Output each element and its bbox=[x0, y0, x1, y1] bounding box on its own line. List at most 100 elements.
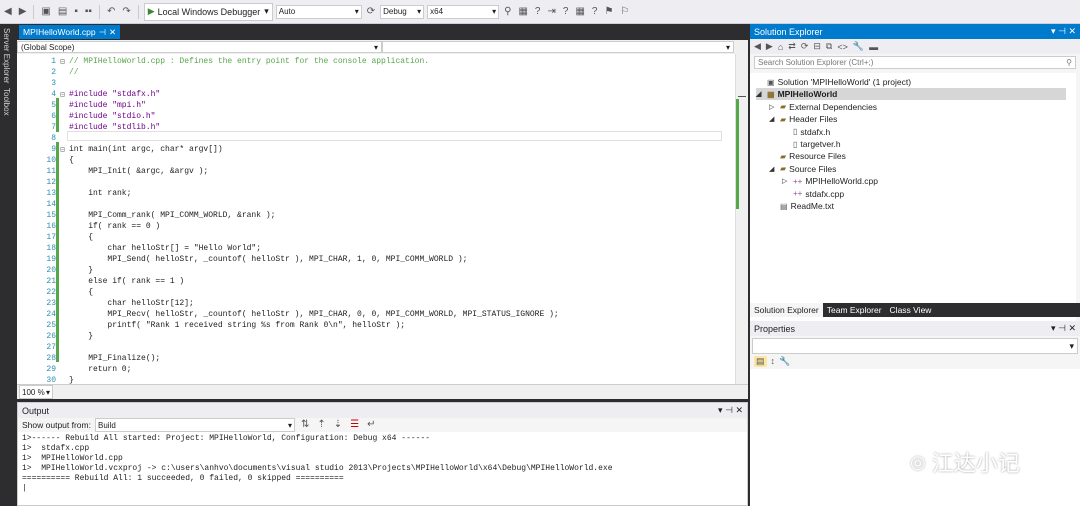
help-icon[interactable]: ? bbox=[533, 4, 543, 20]
tree-node-label: ReadMe.txt bbox=[790, 201, 835, 211]
tree-node[interactable]: ▯ stdafx.h bbox=[782, 126, 830, 138]
preview-icon[interactable]: ▬ bbox=[869, 42, 878, 52]
scope-select[interactable]: (Global Scope) ▾ bbox=[17, 41, 382, 53]
build-config-select[interactable]: Debug ▾ bbox=[380, 4, 425, 19]
navigate-back-icon[interactable]: ◀ bbox=[2, 4, 14, 20]
toolbox-tab[interactable]: Toolbox bbox=[2, 88, 11, 116]
back-icon[interactable]: ◀ bbox=[754, 41, 761, 52]
chevron-down-icon: ▾ bbox=[354, 7, 359, 16]
tree-node[interactable]: ◢ ▦ MPIHelloWorld bbox=[756, 88, 1066, 101]
tab-class-view[interactable]: Class View bbox=[886, 303, 936, 317]
line-number: 18 bbox=[46, 244, 56, 253]
tree-node[interactable]: ++ stdafx.cpp bbox=[782, 188, 844, 200]
editor-scrollbar[interactable] bbox=[735, 54, 748, 384]
forward-icon[interactable]: ▶ bbox=[766, 41, 773, 52]
dropdown-icon[interactable]: ▾ bbox=[1051, 26, 1056, 36]
save-icon[interactable]: ▪ bbox=[72, 4, 80, 20]
properties-object-select[interactable]: ▾ bbox=[752, 338, 1078, 354]
property-pages-icon[interactable]: 🔧 bbox=[779, 356, 790, 367]
tab-mpihelloworld-cpp[interactable]: MPIHelloWorld.cpp ⊣ ✕ bbox=[19, 25, 121, 39]
close-icon[interactable]: ✕ bbox=[735, 405, 743, 415]
close-icon[interactable]: ✕ bbox=[1068, 323, 1076, 333]
new-project-icon[interactable]: ▣ bbox=[39, 4, 52, 20]
exit-icon[interactable]: ⇥ bbox=[545, 4, 557, 20]
next-message-icon[interactable]: ⇣ bbox=[332, 417, 344, 433]
sync-icon[interactable]: ⇄ bbox=[788, 41, 796, 52]
go-to-message-icon[interactable]: ⇅ bbox=[299, 417, 311, 433]
flag-icon[interactable]: ⚐ bbox=[618, 4, 631, 20]
line-number: 11 bbox=[46, 167, 56, 176]
tree-node[interactable]: ◢ ▰ Source Files bbox=[769, 163, 836, 175]
fold-icon[interactable]: ⊟ bbox=[60, 145, 65, 155]
bookmark-icon[interactable]: ⚑ bbox=[602, 4, 615, 20]
expand-arrow-icon[interactable]: ▷ bbox=[769, 103, 777, 111]
word-wrap-icon[interactable]: ↵ bbox=[365, 417, 377, 433]
refresh-icon[interactable]: ⟳ bbox=[801, 41, 809, 52]
pin-icon[interactable]: ⊣ bbox=[1058, 26, 1066, 36]
previous-message-icon[interactable]: ⇡ bbox=[315, 417, 327, 433]
pin-icon[interactable]: ⊣ bbox=[99, 27, 106, 38]
code-text: MPI_Recv( helloStr, _countof( helloStr )… bbox=[69, 310, 559, 319]
pin-icon[interactable]: ⊣ bbox=[1058, 323, 1066, 333]
tree-node[interactable]: ▰ Resource Files bbox=[769, 150, 846, 162]
platform-select[interactable]: x64 ▾ bbox=[427, 4, 500, 19]
navigate-forward-icon[interactable]: ▶ bbox=[17, 4, 29, 20]
output-line: 1> MPIHelloWorld.cpp bbox=[22, 454, 123, 463]
solution-explorer-search[interactable]: Search Solution Explorer (Ctrl+;) ⚲ bbox=[754, 56, 1076, 69]
save-all-icon[interactable]: ▪▪ bbox=[83, 4, 94, 20]
fold-icon[interactable]: ⊟ bbox=[60, 90, 65, 100]
scrollbar-change-marker bbox=[736, 99, 739, 209]
tree-node[interactable]: ▷ ++ MPIHelloWorld.cpp bbox=[782, 175, 878, 187]
clear-all-icon[interactable]: ☰ bbox=[348, 417, 361, 433]
properties-grid bbox=[750, 369, 1080, 506]
show-all-files-icon[interactable]: ⧉ bbox=[826, 41, 832, 52]
collapse-all-icon[interactable]: ⊟ bbox=[813, 41, 821, 52]
properties-icon[interactable]: 🔧 bbox=[853, 41, 864, 52]
expand-arrow-icon[interactable]: ▷ bbox=[782, 177, 790, 185]
zoom-select[interactable]: 100 % ▾ bbox=[19, 385, 53, 399]
tree-node-label: MPIHelloWorld.cpp bbox=[805, 176, 878, 187]
project-icon: ▦ bbox=[767, 89, 775, 99]
help-icon[interactable]: ? bbox=[590, 4, 600, 20]
view-code-icon[interactable]: <> bbox=[837, 42, 848, 52]
undo-icon[interactable]: ↶ bbox=[105, 4, 117, 20]
redo-icon[interactable]: ↷ bbox=[120, 4, 132, 20]
code-editor[interactable]: 1 ⊟ // MPIHelloWorld.cpp : Defines the ent… bbox=[17, 54, 748, 385]
editor-zoom-bar: 100 % ▾ bbox=[17, 384, 748, 399]
tree-node[interactable]: ▷ ▰ External Dependencies bbox=[769, 101, 877, 113]
dropdown-icon[interactable]: ▾ bbox=[718, 405, 723, 415]
pin-icon[interactable]: ⊣ bbox=[725, 405, 733, 415]
tree-node[interactable]: ▤ ReadMe.txt bbox=[769, 200, 834, 212]
find-icon[interactable]: ⚲ bbox=[502, 4, 513, 20]
expand-arrow-icon[interactable]: ◢ bbox=[769, 115, 777, 123]
run-label: Local Windows Debugger bbox=[157, 6, 261, 17]
dropdown-icon[interactable]: ▾ bbox=[1051, 323, 1056, 333]
close-icon[interactable]: ✕ bbox=[1068, 26, 1076, 36]
output-source-select[interactable]: Build ▾ bbox=[94, 418, 295, 432]
chevron-down-icon: ▾ bbox=[725, 42, 730, 52]
tree-node[interactable]: ◢ ▰ Header Files bbox=[769, 113, 837, 125]
tree-node[interactable]: ▯ targetver.h bbox=[782, 138, 841, 150]
categorized-icon[interactable]: ▤ bbox=[754, 356, 767, 367]
output-text[interactable]: 1>------ Rebuild All started: Project: M… bbox=[18, 432, 747, 496]
open-file-icon[interactable]: ▤ bbox=[56, 4, 69, 20]
help-icon[interactable]: ? bbox=[561, 4, 571, 20]
expand-arrow-icon[interactable]: ◢ bbox=[756, 90, 764, 98]
fold-icon[interactable]: ⊟ bbox=[60, 57, 65, 67]
refresh-icon[interactable]: ⟳ bbox=[365, 4, 377, 20]
tab-team-explorer[interactable]: Team Explorer bbox=[823, 303, 886, 317]
solution-config-select[interactable]: Auto ▾ bbox=[275, 4, 362, 19]
home-icon[interactable]: ⌂ bbox=[778, 42, 783, 52]
start-debugging-button[interactable]: ▶ Local Windows Debugger ▾ bbox=[143, 2, 273, 21]
tab-solution-explorer[interactable]: Solution Explorer bbox=[750, 303, 823, 317]
image-icon[interactable]: ▦ bbox=[516, 4, 529, 20]
server-explorer-tab[interactable]: Server Explorer bbox=[2, 28, 11, 84]
tree-node[interactable]: ▣ Solution 'MPIHelloWorld' (1 project) bbox=[756, 76, 911, 88]
code-text: if( rank == 0 ) bbox=[69, 222, 161, 231]
image-icon[interactable]: ▦ bbox=[573, 4, 586, 20]
alphabetical-icon[interactable]: ↕ bbox=[771, 356, 776, 367]
code-text: int main(int argc, char* argv[]) bbox=[69, 145, 223, 154]
member-select[interactable]: ▾ bbox=[382, 41, 734, 53]
close-icon[interactable]: ✕ bbox=[109, 27, 116, 38]
expand-arrow-icon[interactable]: ◢ bbox=[769, 165, 777, 173]
